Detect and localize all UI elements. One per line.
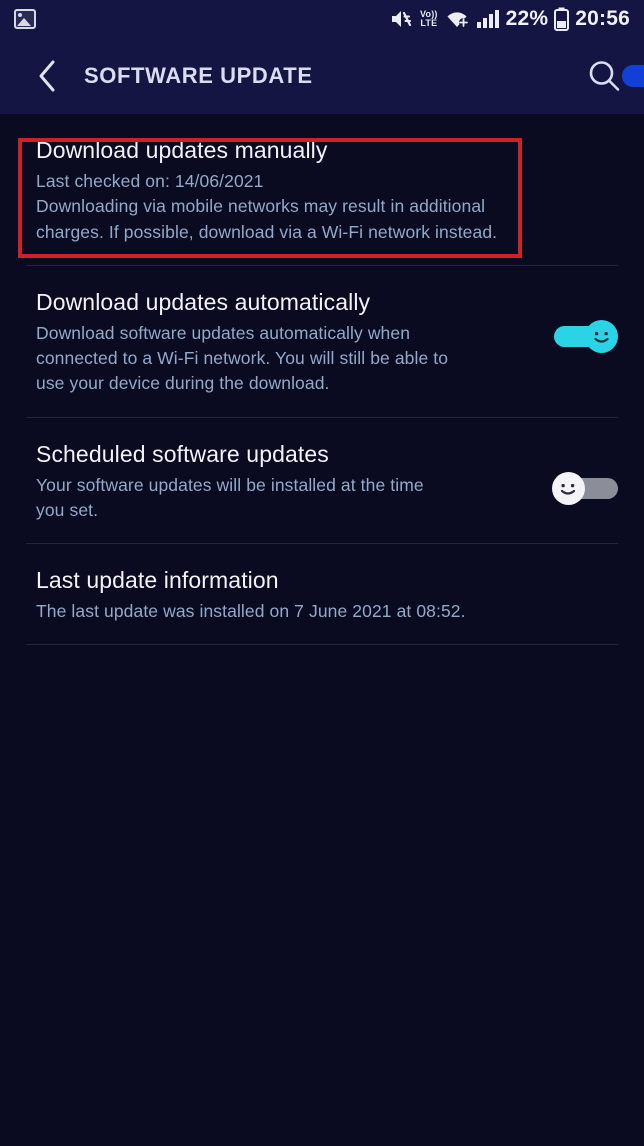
chevron-left-icon — [39, 60, 55, 92]
signal-bars-icon — [476, 10, 499, 28]
wifi-icon — [447, 12, 468, 27]
app-bar: SOFTWARE UPDATE — [0, 38, 644, 114]
setting-row-download-updates-manually[interactable]: Download updates manually Last checked o… — [0, 114, 644, 265]
row-subtitle-line: you set. — [36, 499, 99, 520]
battery-percent-label: 22% — [505, 7, 549, 30]
row-subtitle: Last checked on: 14/06/2021 Downloading … — [36, 169, 618, 245]
smiley-face-icon — [594, 331, 609, 343]
row-text: Scheduled software updates Your software… — [36, 440, 538, 524]
phone-screen: Vo)) LTE 22% 20:56 SOFTWARE UPDATE Downl… — [0, 0, 644, 1146]
row-subtitle-line: Download software updates automatically … — [36, 322, 411, 343]
toggle-knob — [585, 319, 618, 353]
search-icon — [589, 61, 620, 91]
setting-row-scheduled-software-updates[interactable]: Scheduled software updates Your software… — [0, 418, 644, 544]
setting-row-download-updates-automatically[interactable]: Download updates automatically Download … — [0, 266, 644, 417]
toggle-knob — [552, 471, 585, 505]
accent-pill-indicator — [622, 65, 644, 87]
divider — [26, 644, 618, 646]
row-text: Download updates automatically Download … — [36, 288, 538, 397]
row-subtitle: The last update was installed on 7 June … — [36, 599, 618, 624]
row-title: Download updates manually — [36, 137, 328, 163]
row-subtitle-line: Your software updates will be installed … — [36, 474, 424, 495]
status-bar-left — [14, 9, 36, 29]
row-text: Last update information The last update … — [36, 566, 618, 624]
search-button[interactable] — [582, 54, 626, 98]
row-title: Scheduled software updates — [36, 440, 329, 467]
smiley-face-icon — [560, 483, 576, 495]
volte-bottom-label: LTE — [420, 18, 438, 28]
status-bar-right: Vo)) LTE 22% 20:56 — [390, 7, 630, 31]
volte-icon: Vo)) LTE — [420, 10, 438, 28]
status-bar-clock: 20:56 — [575, 7, 630, 30]
row-text: Download updates manually Last checked o… — [36, 136, 618, 245]
toggle-scheduled-software-updates[interactable] — [552, 471, 618, 505]
back-button[interactable] — [26, 55, 68, 97]
row-subtitle: Download software updates automatically … — [36, 321, 538, 397]
status-bar: Vo)) LTE 22% 20:56 — [0, 0, 644, 38]
row-subtitle-line: The last update was installed on 7 June … — [36, 601, 466, 621]
row-subtitle-line: use your device during the download. — [36, 373, 330, 394]
mute-icon — [392, 11, 412, 27]
row-subtitle-line: Last checked on: 14/06/2021 — [36, 170, 264, 191]
settings-list: Download updates manually Last checked o… — [0, 114, 644, 1146]
row-title: Download updates automatically — [36, 288, 371, 315]
page-title: SOFTWARE UPDATE — [84, 63, 313, 88]
photo-icon — [14, 9, 36, 29]
toggle-download-updates-automatically[interactable] — [552, 319, 618, 353]
row-subtitle: Your software updates will be installed … — [36, 473, 538, 524]
battery-icon — [554, 7, 570, 31]
row-subtitle-line: Downloading via mobile networks may resu… — [36, 196, 486, 217]
setting-row-last-update-information[interactable]: Last update information The last update … — [0, 544, 644, 644]
row-subtitle-line: connected to a Wi-Fi network. You will s… — [36, 348, 449, 368]
row-subtitle-line: charges. If possible, download via a Wi-… — [36, 221, 498, 242]
row-title: Last update information — [36, 567, 279, 594]
